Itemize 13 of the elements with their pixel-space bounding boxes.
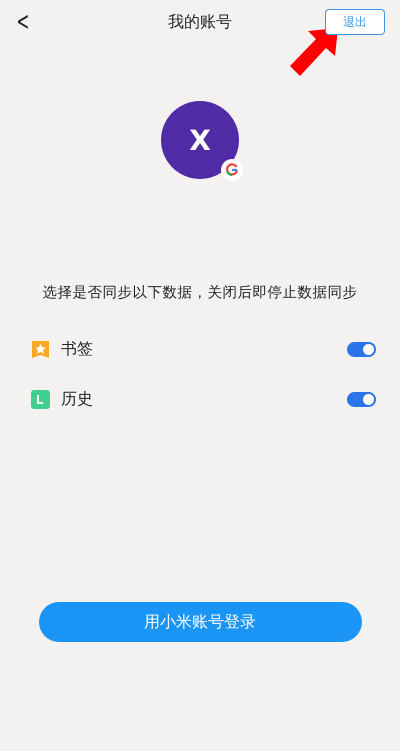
page-title: 我的账号 [168,12,232,30]
sync-hint: 选择是否同步以下数据，关闭后即停止数据同步 [42,284,358,302]
clock-icon [30,388,51,410]
login-button[interactable]: 用小米账号登录 [38,602,362,642]
sync-item-label: 历史 [61,388,94,410]
toggle-switch[interactable] [347,342,376,356]
sync-item-label: 书签 [61,338,94,360]
google-badge-icon [221,159,243,181]
avatar-initial: X [189,124,211,156]
logout-button[interactable]: 退出 [325,9,385,35]
star-bookmark-icon [30,338,51,360]
toggle-switch[interactable] [347,392,376,406]
back-button[interactable]: < [16,7,30,37]
